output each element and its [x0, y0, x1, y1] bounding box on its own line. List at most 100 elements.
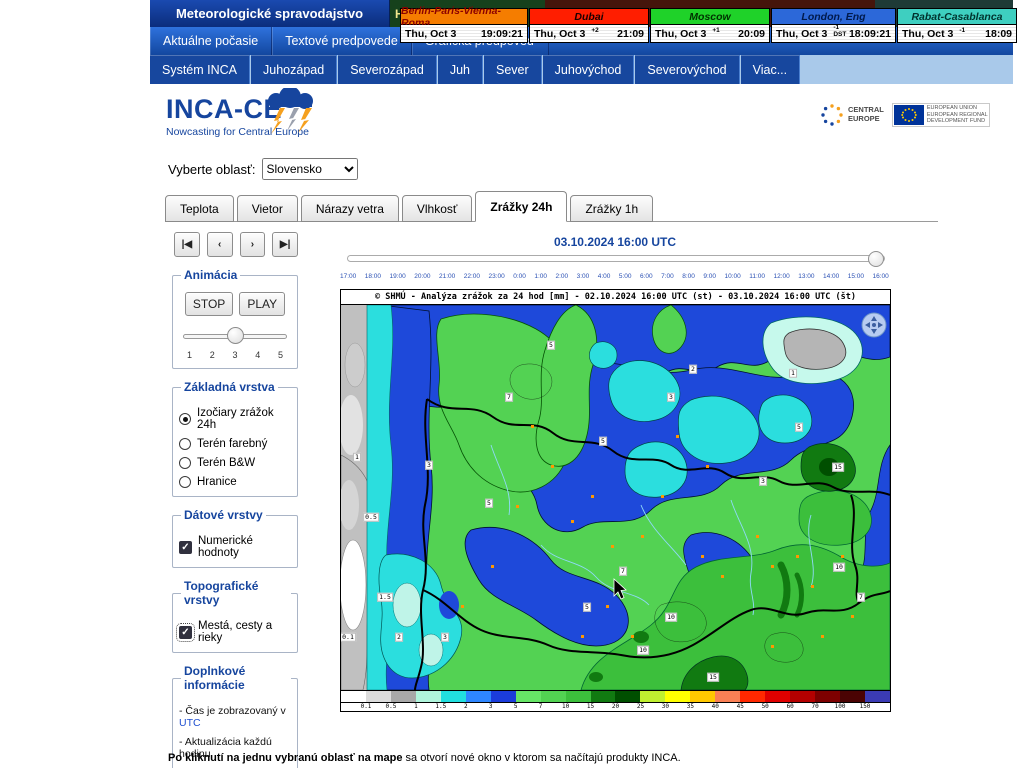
map-canvas[interactable]: 75310.50.11.52353235115571010715510 — [341, 305, 890, 690]
play-button[interactable]: PLAY — [239, 292, 285, 316]
nav-primary-item-1[interactable]: Textové predpovede — [272, 27, 412, 55]
clock-city: Moscow — [651, 9, 769, 25]
clock-3: London, EngThu, Oct 3-1 DST18:09:21 — [771, 8, 896, 43]
time-slider-track[interactable] — [347, 255, 885, 262]
legend-cell-3 — [416, 691, 441, 702]
stop-button[interactable]: STOP — [185, 292, 233, 316]
topo-layers-options: ✓Mestá, cesty a rieky — [179, 620, 291, 644]
nav-secondary-item-5[interactable]: Juhovýchod — [543, 55, 635, 84]
time-tick: 22:00 — [464, 273, 480, 280]
nav-secondary-item-0[interactable]: Systém INCA — [150, 55, 250, 84]
legend-label: 10 — [562, 704, 569, 710]
eu-line2: EUROPEAN REGIONAL — [927, 112, 988, 119]
topo-layer-option-0[interactable]: ✓Mestá, cesty a rieky — [179, 620, 291, 644]
tab-vlhkos-[interactable]: Vlhkosť — [402, 195, 473, 222]
precip-color-scale — [341, 690, 890, 702]
map-value-label: 3 — [425, 461, 433, 470]
legend-label: 1.5 — [435, 704, 446, 710]
tab-n-razy-vetra[interactable]: Nárazy vetra — [301, 195, 399, 222]
time-tick: 11:00 — [749, 273, 765, 280]
precipitation-map[interactable]: © SHMÚ - Analýza zrážok za 24 hod [mm] -… — [340, 289, 891, 712]
clock-city: Berlin-Paris-Vienna-Roma — [401, 9, 527, 25]
clock-date: Thu, Oct 3 — [534, 28, 585, 40]
map-value-label: 10 — [665, 613, 677, 622]
tab-zr-ky-24h[interactable]: Zrážky 24h — [475, 191, 567, 222]
clock-city: Dubai — [530, 9, 648, 25]
legend-cell-9 — [566, 691, 591, 702]
tab-vietor[interactable]: Vietor — [237, 195, 298, 222]
city-marker-icon — [701, 555, 704, 558]
clock-time: 19:09:21 — [481, 28, 523, 40]
frame-controls: |◀ ‹ › ▶| — [174, 232, 298, 257]
city-marker-icon — [721, 575, 724, 578]
base-layer-option-1[interactable]: Terén farebný — [179, 438, 291, 450]
first-frame-button[interactable]: |◀ — [174, 232, 200, 257]
data-layer-option-0[interactable]: ✓Numerické hodnoty — [179, 535, 291, 559]
radio-icon[interactable] — [179, 476, 191, 488]
eu-line3: DEVELOPMENT FUND — [927, 118, 988, 125]
nav-primary-item-0[interactable]: Aktuálne počasie — [150, 27, 272, 55]
next-frame-button[interactable]: › — [240, 232, 266, 257]
eu-flag-icon — [894, 105, 924, 125]
base-layer-option-0[interactable]: Izočiary zrážok 24h — [179, 407, 291, 431]
clock-date: Thu, Oct 3 — [902, 28, 953, 40]
legend-label: 30 — [662, 704, 669, 710]
time-slider-thumb[interactable] — [868, 251, 884, 267]
city-marker-icon — [571, 520, 574, 523]
tab-teplota[interactable]: Teplota — [165, 195, 234, 222]
nav-secondary-item-1[interactable]: Juhozápad — [251, 55, 337, 84]
map-value-label: 1.5 — [377, 593, 393, 602]
clock-1: DubaiThu, Oct 3+221:09 — [529, 8, 649, 43]
speed-slider-thumb[interactable] — [227, 327, 244, 344]
option-label: Terén farebný — [197, 438, 267, 450]
time-tick: 20:00 — [414, 273, 430, 280]
checkbox-icon[interactable]: ✓ — [179, 541, 192, 554]
eu-line1: EUROPEAN UNION — [927, 105, 988, 112]
nav-secondary-item-4[interactable]: Sever — [484, 55, 542, 84]
legend-label: 100 — [835, 704, 846, 710]
base-layer-option-2[interactable]: Terén B&W — [179, 457, 291, 469]
option-label: Terén B&W — [197, 457, 255, 469]
topo-layers-legend: Topografické vrstvy — [181, 579, 291, 607]
utc-link[interactable]: UTC — [179, 717, 201, 729]
tab-zr-ky-1h[interactable]: Zrážky 1h — [570, 195, 653, 222]
info-utc-prefix: - Čas je zobrazovaný v — [179, 705, 286, 717]
nav-secondary-item-3[interactable]: Juh — [438, 55, 483, 84]
legend-cell-17 — [765, 691, 790, 702]
map-value-label: 2 — [395, 633, 403, 642]
current-timestamp: 03.10.2024 16:00 UTC — [345, 235, 885, 249]
speed-slider[interactable] — [183, 326, 287, 346]
clock-time-row: Thu, Oct 3 19:09:21 — [401, 25, 527, 42]
last-frame-button[interactable]: ▶| — [272, 232, 298, 257]
radio-icon[interactable] — [179, 413, 191, 425]
legend-cell-11 — [615, 691, 640, 702]
legend-cell-6 — [491, 691, 516, 702]
pan-control-icon[interactable] — [862, 313, 886, 337]
option-label: Izočiary zrážok 24h — [197, 407, 291, 431]
time-slider[interactable] — [347, 251, 885, 267]
city-marker-icon — [491, 565, 494, 568]
nav-secondary-item-6[interactable]: Severovýchod — [635, 55, 739, 84]
topo-layers-panel: Topografické vrstvy ✓Mestá, cesty a riek… — [172, 579, 298, 653]
base-layer-option-3[interactable]: Hranice — [179, 476, 291, 488]
clock-time-row: Thu, Oct 3-118:09 — [898, 25, 1016, 42]
nav-secondary-item-2[interactable]: Severozápad — [338, 55, 437, 84]
eu-logo: EUROPEAN UNION EUROPEAN REGIONAL DEVELOP… — [892, 103, 990, 127]
radio-icon[interactable] — [179, 457, 191, 469]
clock-date: Thu, Oct 3 — [405, 28, 456, 40]
info-utc-line: - Čas je zobrazovaný v UTC — [179, 705, 291, 729]
region-select[interactable]: Slovensko — [262, 158, 358, 180]
inca-logo: INCA-CE Nowcasting for Central Europe — [166, 94, 366, 150]
central-europe-logo-icon — [820, 103, 844, 127]
legend-cell-4 — [441, 691, 466, 702]
time-tick: 21:00 — [439, 273, 455, 280]
time-tick: 1:00 — [534, 273, 547, 280]
city-marker-icon — [591, 495, 594, 498]
nav-secondary-item-7[interactable]: Viac... — [741, 55, 801, 84]
radio-icon[interactable] — [179, 438, 191, 450]
legend-label: 70 — [811, 704, 818, 710]
checkbox-icon[interactable]: ✓ — [179, 626, 192, 639]
legend-label: 7 — [539, 704, 543, 710]
legend-label: 3 — [489, 704, 493, 710]
prev-frame-button[interactable]: ‹ — [207, 232, 233, 257]
